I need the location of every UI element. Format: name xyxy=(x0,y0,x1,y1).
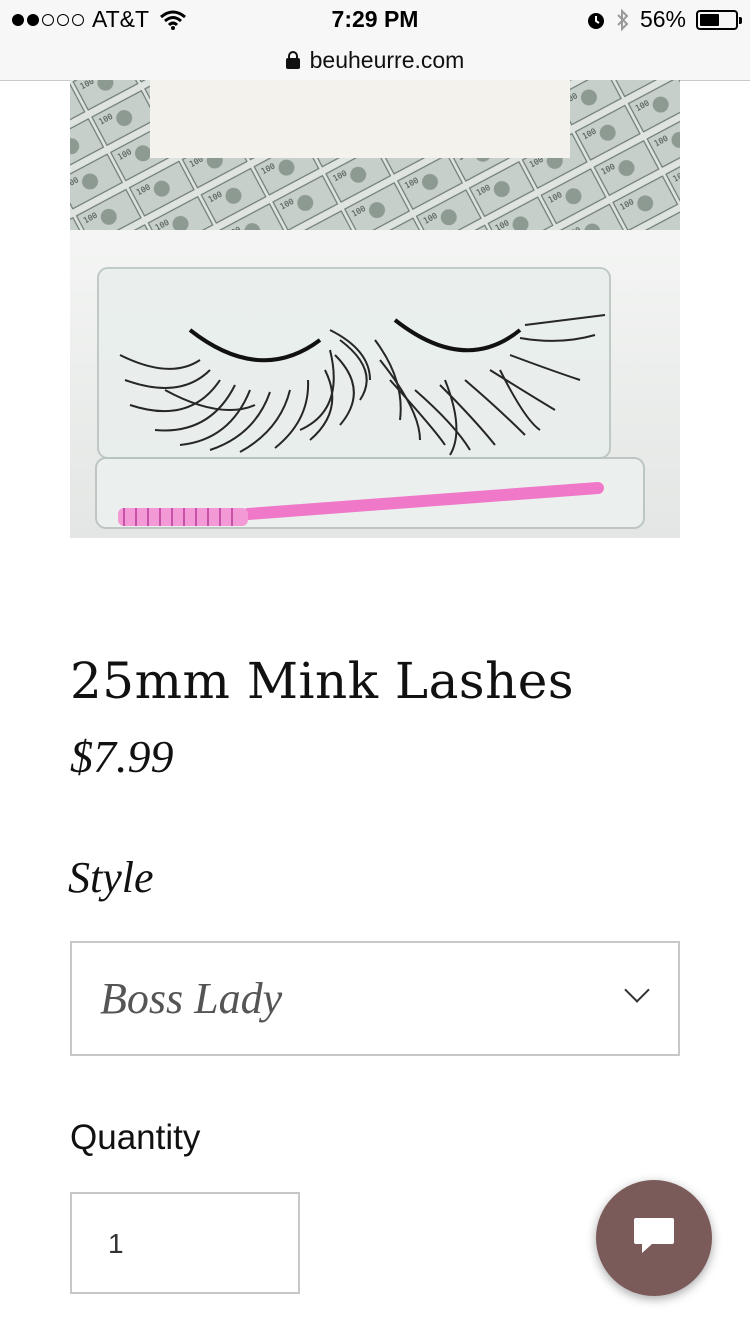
lock-icon xyxy=(285,51,300,69)
product-image[interactable]: 100 xyxy=(70,80,680,538)
battery-percent: 56% xyxy=(639,6,686,32)
battery-icon xyxy=(696,9,742,30)
alarm-icon xyxy=(587,12,604,29)
battery-fill xyxy=(700,13,719,26)
status-right: 56% xyxy=(586,6,742,33)
bluetooth-icon xyxy=(617,8,629,31)
quantity-input[interactable]: 1 xyxy=(70,1192,300,1294)
quantity-value: 1 xyxy=(108,1228,124,1259)
status-bar: AT&T 7:29 PM 56% xyxy=(0,0,750,40)
style-label: Style xyxy=(68,853,154,902)
chevron-down-icon xyxy=(624,977,650,1003)
quantity-label: Quantity xyxy=(70,1118,201,1157)
product-title: 25mm Mink Lashes xyxy=(70,652,575,710)
chat-button[interactable] xyxy=(596,1180,712,1296)
url-text: beuheurre.com xyxy=(309,46,465,73)
chat-bubble-icon xyxy=(634,1218,674,1253)
style-select[interactable]: Boss Lady xyxy=(70,941,680,1056)
product-photo-mink-lashes: 100 xyxy=(70,80,680,538)
address-bar[interactable]: beuheurre.com xyxy=(0,40,750,81)
product-price: $7.99 xyxy=(70,731,174,782)
style-selected-value: Boss Lady xyxy=(100,974,283,1023)
